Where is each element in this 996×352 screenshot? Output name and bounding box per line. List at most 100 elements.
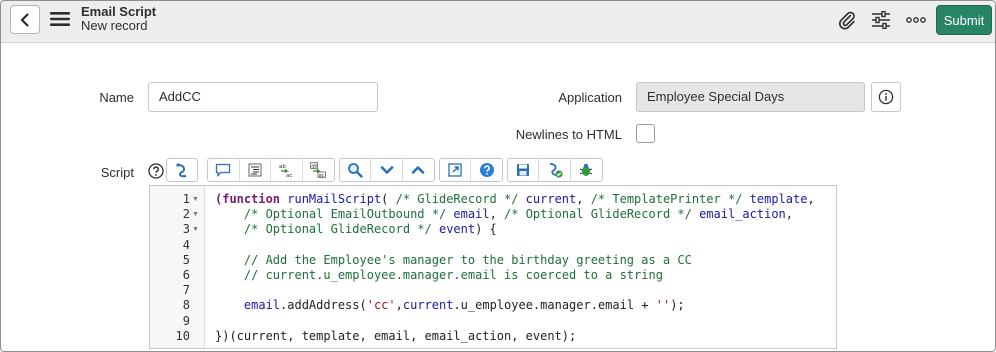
fullscreen-icon bbox=[448, 163, 462, 177]
code-token: , bbox=[807, 192, 815, 206]
code-token: // current.u_employee.manager.email is c… bbox=[243, 268, 663, 282]
sliders-icon bbox=[872, 11, 890, 29]
name-field[interactable]: AddCC bbox=[148, 82, 378, 112]
svg-text:ab: ab bbox=[279, 164, 286, 170]
code-token: email_action bbox=[691, 207, 786, 222]
code-line: // current.u_employee.manager.email is c… bbox=[215, 268, 663, 282]
personalize-button[interactable] bbox=[869, 9, 893, 31]
code-token: email bbox=[243, 298, 281, 313]
fullscreen-button[interactable] bbox=[440, 159, 472, 181]
line-number: 3 bbox=[182, 222, 190, 237]
back-icon bbox=[20, 12, 29, 27]
code-token: current bbox=[402, 298, 454, 313]
back-button[interactable] bbox=[10, 5, 40, 34]
fold-toggle-icon[interactable]: ▼ bbox=[192, 226, 199, 233]
save-button[interactable] bbox=[508, 159, 540, 181]
format-button[interactable] bbox=[240, 159, 271, 181]
code-token: current bbox=[518, 192, 577, 206]
line-number: 5 bbox=[182, 252, 190, 267]
code-token: (function bbox=[215, 192, 288, 206]
line-number: 1 bbox=[182, 192, 190, 206]
code-token: ( bbox=[381, 192, 396, 206]
attachment-button[interactable] bbox=[835, 9, 859, 31]
code-token: runMailScript bbox=[287, 192, 382, 206]
syntax-check-icon bbox=[549, 163, 563, 178]
code-token: , bbox=[395, 298, 403, 313]
toggle-syntax-icon bbox=[176, 163, 187, 178]
replace-icon: abac bbox=[279, 164, 292, 178]
form-header: Email Script New record Submit bbox=[1, 1, 995, 43]
line-number: 9 bbox=[182, 313, 190, 328]
code-token: template bbox=[742, 192, 808, 206]
application-info-button[interactable] bbox=[871, 82, 901, 112]
line-number: 10 bbox=[175, 328, 190, 343]
application-label: Application bbox=[558, 90, 622, 105]
name-label: Name bbox=[99, 90, 134, 105]
code-token: , bbox=[489, 207, 505, 222]
toolbar-group-search bbox=[339, 158, 435, 182]
toolbar-group-edit: ab ac ab ac bbox=[207, 158, 335, 182]
code-token: , bbox=[576, 192, 591, 206]
search-button[interactable] bbox=[340, 159, 372, 181]
code-token: ); bbox=[670, 298, 685, 313]
replace-all-button[interactable]: ab ac bbox=[303, 159, 334, 181]
toolbar-group-view bbox=[439, 158, 503, 182]
more-icon bbox=[906, 17, 926, 23]
script-editor[interactable]: 1 ▼ 2 ▼ 3 ▼ 4 5 6 7 8 9 10 (function runMailScript( … bbox=[149, 185, 837, 349]
code-token: event bbox=[431, 222, 476, 237]
newlines-checkbox[interactable] bbox=[636, 124, 655, 143]
code-token: })(current, template, email, email_actio… bbox=[215, 328, 577, 343]
line-number: 6 bbox=[182, 268, 190, 282]
line-number: 7 bbox=[182, 283, 190, 298]
format-icon bbox=[248, 163, 262, 177]
replace-all-icon: abac bbox=[310, 162, 327, 178]
code-token: .u_employee.manager.email + bbox=[453, 298, 656, 313]
menu-icon[interactable] bbox=[50, 11, 70, 27]
page-subtitle: New record bbox=[81, 18, 148, 33]
code-line: })(current, template, email, email_actio… bbox=[215, 329, 576, 343]
debug-button[interactable] bbox=[571, 159, 602, 181]
more-options-button[interactable] bbox=[904, 9, 928, 31]
question-circle-icon[interactable] bbox=[148, 163, 164, 179]
find-next-button[interactable] bbox=[371, 159, 403, 181]
search-icon bbox=[348, 163, 363, 178]
code-token: /* GlideRecord */ bbox=[395, 192, 519, 206]
page-title: Email Script bbox=[81, 4, 157, 19]
fold-toggle-icon[interactable]: ▼ bbox=[192, 196, 199, 203]
line-number: 4 bbox=[182, 237, 190, 252]
code-line: // Add the Employee's manager to the bir… bbox=[215, 253, 692, 267]
toggle-syntax-button[interactable] bbox=[167, 159, 197, 181]
code-token: , bbox=[785, 207, 794, 222]
newlines-label: Newlines to HTML bbox=[515, 127, 622, 142]
submit-button[interactable]: Submit bbox=[936, 5, 992, 35]
email-script-form: Email Script New record Submit Name AddC… bbox=[0, 0, 996, 352]
code-token: email bbox=[446, 207, 490, 222]
code-token: /* Optional GlideRecord */ bbox=[504, 207, 692, 222]
paperclip-icon bbox=[839, 11, 855, 30]
find-next-icon bbox=[380, 166, 393, 174]
code-token: /* Optional EmailOutbound */ bbox=[243, 207, 447, 222]
syntax-check-button[interactable] bbox=[539, 159, 571, 181]
info-icon bbox=[878, 89, 894, 105]
fold-toggle-icon[interactable]: ▼ bbox=[192, 211, 199, 218]
find-previous-button[interactable] bbox=[403, 159, 434, 181]
code-line: (function runMailScript( /* GlideRecord … bbox=[215, 192, 815, 206]
code-token: 'cc' bbox=[366, 298, 396, 313]
code-token: // Add the Employee's manager to the bir… bbox=[243, 252, 692, 267]
line-number: 2 bbox=[182, 207, 190, 222]
script-help-button[interactable] bbox=[471, 159, 502, 181]
svg-text:ab: ab bbox=[311, 164, 317, 170]
debug-icon bbox=[580, 163, 593, 176]
save-icon bbox=[517, 164, 530, 176]
comment-button[interactable] bbox=[208, 159, 240, 181]
code-token: .addAddress( bbox=[280, 298, 367, 313]
comment-icon bbox=[216, 163, 231, 177]
code-token: /* TemplatePrinter */ bbox=[590, 192, 743, 206]
replace-button[interactable]: ab ac bbox=[271, 159, 303, 181]
toolbar-group-actions bbox=[507, 158, 603, 182]
code-token: /* Optional GlideRecord */ bbox=[243, 222, 432, 237]
